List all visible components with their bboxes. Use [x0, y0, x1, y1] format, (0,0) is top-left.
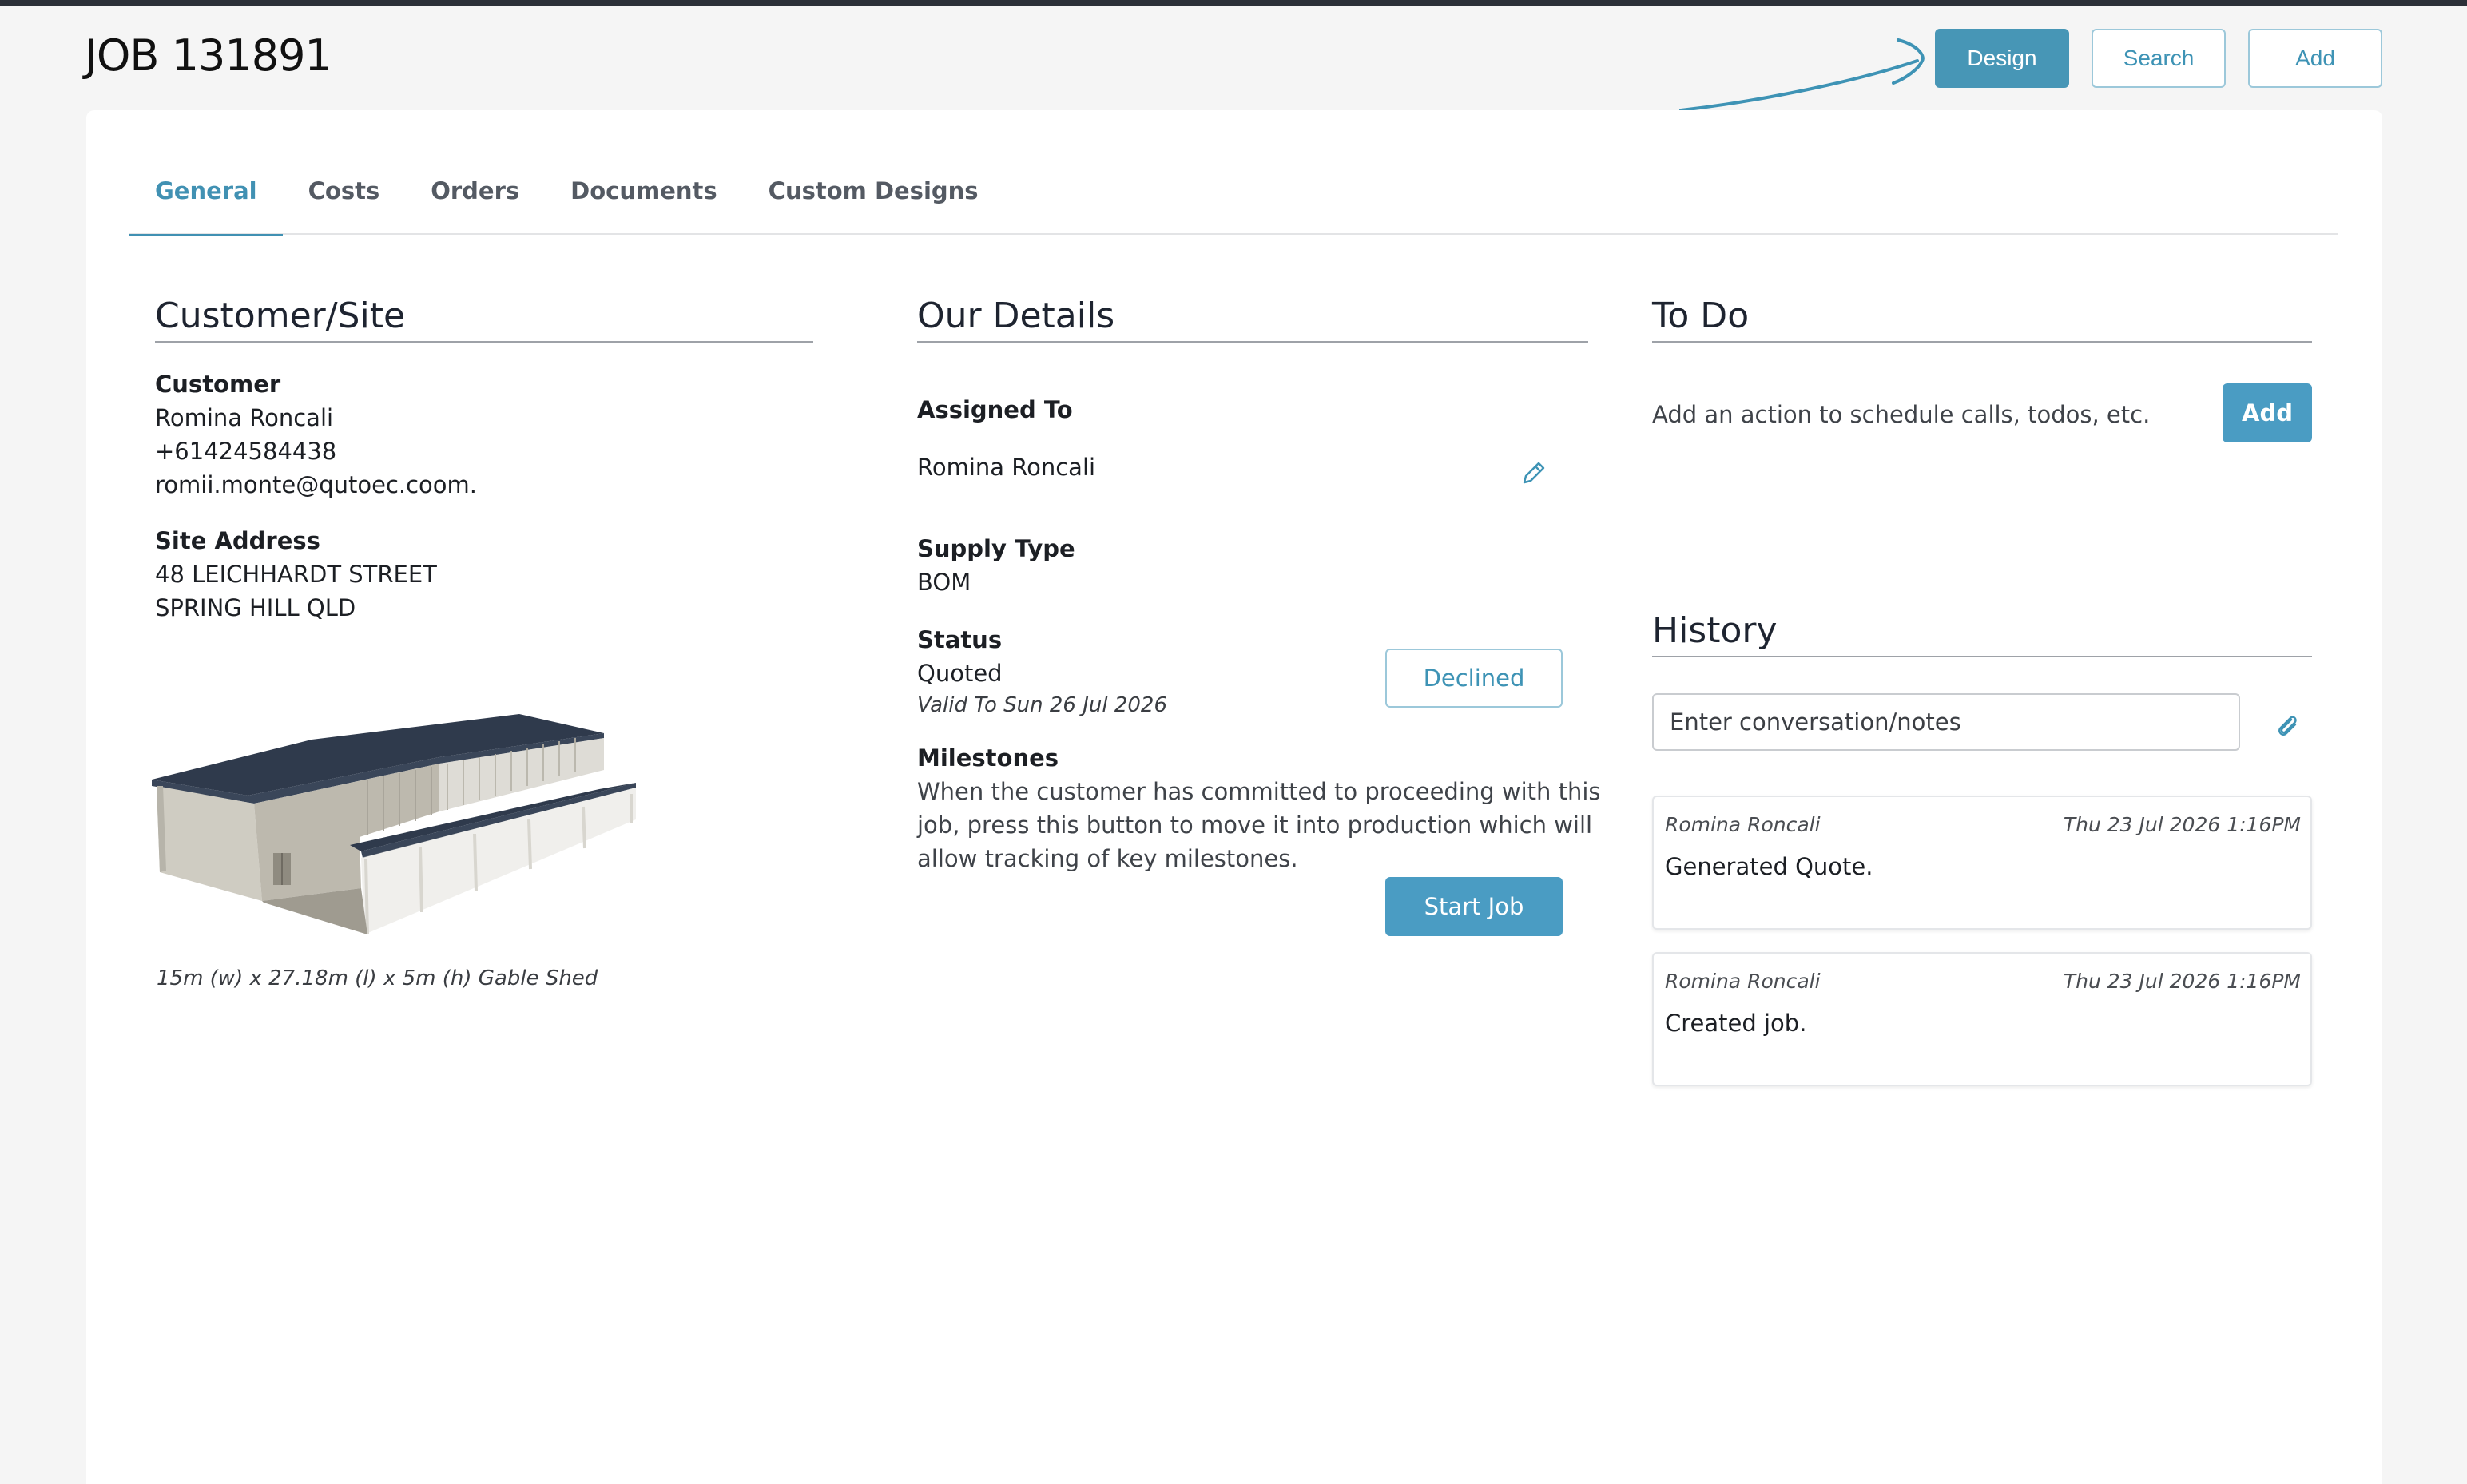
site-address-line1: 48 LEICHHARDT STREET [155, 561, 437, 588]
assigned-to-value: Romina Roncali [917, 454, 1096, 481]
todo-title: To Do [1652, 296, 2312, 343]
status-label: Status [917, 626, 1003, 653]
top-strip [0, 0, 2467, 6]
shed-caption: 15m (w) x 27.18m (l) x 5m (h) Gable Shed [157, 966, 598, 990]
search-button[interactable]: Search [2092, 29, 2226, 88]
history-title: History [1652, 610, 2312, 657]
tab-general[interactable]: General [129, 165, 283, 236]
history-message: Created job. [1665, 1010, 1807, 1037]
design-button[interactable]: Design [1935, 29, 2069, 88]
tab-custom-designs[interactable]: Custom Designs [743, 165, 1004, 235]
milestones-text-line1: When the customer has committed to proce… [917, 778, 1601, 805]
history-user: Romina Roncali [1665, 970, 1821, 993]
site-address-line2: SPRING HILL QLD [155, 594, 356, 621]
history-user: Romina Roncali [1665, 813, 1821, 836]
notes-input[interactable] [1652, 693, 2240, 751]
site-address-label: Site Address [155, 527, 320, 554]
page-title: JOB 131891 [85, 30, 332, 81]
assigned-to-label: Assigned To [917, 396, 1073, 423]
status-value: Quoted [917, 660, 1003, 687]
shed-3d-image [152, 714, 636, 935]
paperclip-icon[interactable] [2274, 712, 2301, 740]
milestones-text-line3: allow tracking of key milestones. [917, 845, 1298, 872]
arrow-annotation-icon [1679, 38, 1925, 112]
customer-label: Customer [155, 371, 281, 398]
supply-type-label: Supply Type [917, 535, 1075, 562]
tab-orders[interactable]: Orders [405, 165, 545, 235]
declined-button[interactable]: Declined [1385, 649, 1563, 708]
customer-phone: +61424584438 [155, 438, 337, 465]
todo-hint: Add an action to schedule calls, todos, … [1652, 401, 2151, 428]
customer-name: Romina Roncali [155, 404, 334, 431]
valid-to-text: Valid To Sun 26 Jul 2026 [917, 693, 1167, 717]
tab-documents[interactable]: Documents [545, 165, 743, 235]
our-details-title: Our Details [917, 296, 1588, 343]
pencil-icon[interactable] [1520, 460, 1547, 487]
customer-email: romii.monte@qutoec.coom. [155, 471, 477, 498]
todo-add-button[interactable]: Add [2223, 383, 2312, 442]
milestones-label: Milestones [917, 744, 1059, 772]
history-item: Romina Roncali Thu 23 Jul 2026 1:16PM Ge… [1652, 796, 2312, 930]
customer-site-title: Customer/Site [155, 296, 813, 343]
tab-bar: General Costs Orders Documents Custom De… [129, 165, 2338, 236]
history-item: Romina Roncali Thu 23 Jul 2026 1:16PM Cr… [1652, 952, 2312, 1086]
supply-type-value: BOM [917, 569, 971, 596]
history-timestamp: Thu 23 Jul 2026 1:16PM [2063, 970, 2301, 993]
start-job-button[interactable]: Start Job [1385, 877, 1563, 936]
history-message: Generated Quote. [1665, 853, 1873, 880]
add-button[interactable]: Add [2248, 29, 2382, 88]
milestones-text-line2: job, press this button to move it into p… [917, 811, 1593, 839]
tab-costs[interactable]: Costs [283, 165, 406, 235]
history-timestamp: Thu 23 Jul 2026 1:16PM [2063, 813, 2301, 836]
